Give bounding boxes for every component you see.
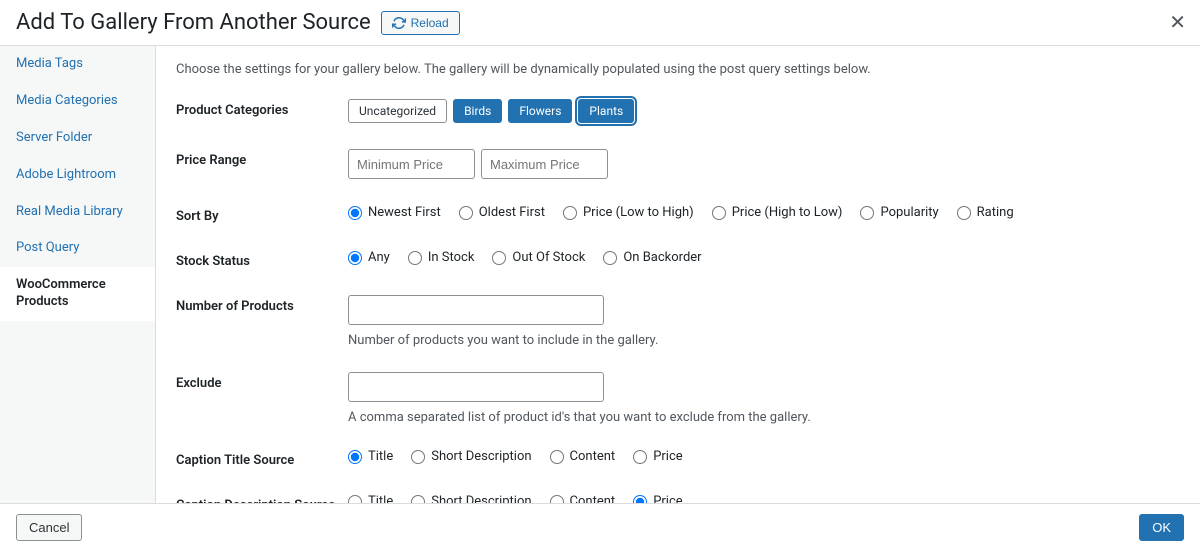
- radio-desc-price[interactable]: Price: [633, 494, 682, 503]
- help-exclude: A comma separated list of product id's t…: [348, 410, 1180, 425]
- label-stock-status: Stock Status: [176, 250, 348, 269]
- close-button[interactable]: ✕: [1169, 13, 1186, 33]
- radios-stock-status: Any In Stock Out Of Stock On Backorder: [348, 250, 1180, 265]
- ok-button[interactable]: OK: [1139, 514, 1184, 541]
- cancel-button[interactable]: Cancel: [16, 514, 82, 541]
- sidebar-item-adobe-lightroom[interactable]: Adobe Lightroom: [0, 157, 155, 194]
- modal-footer: Cancel OK: [0, 503, 1200, 551]
- sidebar-item-server-folder[interactable]: Server Folder: [0, 120, 155, 157]
- radio-in-stock[interactable]: In Stock: [408, 250, 475, 265]
- radio-on-backorder[interactable]: On Backorder: [603, 250, 701, 265]
- radio-title-short-description[interactable]: Short Description: [411, 449, 531, 464]
- field-number-of-products: Number of products you want to include i…: [348, 295, 1180, 348]
- sidebar: Media Tags Media Categories Server Folde…: [0, 46, 156, 503]
- content-panel: Choose the settings for your gallery bel…: [156, 46, 1200, 503]
- label-caption-title-source: Caption Title Source: [176, 449, 348, 468]
- help-number-of-products: Number of products you want to include i…: [348, 333, 1180, 348]
- sidebar-item-post-query[interactable]: Post Query: [0, 230, 155, 267]
- reload-button[interactable]: Reload: [381, 11, 460, 35]
- radio-any[interactable]: Any: [348, 250, 390, 265]
- intro-text: Choose the settings for your gallery bel…: [176, 62, 1180, 77]
- radio-desc-short-description[interactable]: Short Description: [411, 494, 531, 503]
- field-exclude: A comma separated list of product id's t…: [348, 372, 1180, 425]
- row-exclude: Exclude A comma separated list of produc…: [176, 372, 1180, 425]
- radio-price-high-low[interactable]: Price (High to Low): [712, 205, 843, 220]
- row-number-of-products: Number of Products Number of products yo…: [176, 295, 1180, 348]
- chips-product-categories: Uncategorized Birds Flowers Plants: [348, 99, 1180, 123]
- radio-price-low-high[interactable]: Price (Low to High): [563, 205, 694, 220]
- label-exclude: Exclude: [176, 372, 348, 391]
- sidebar-item-media-categories[interactable]: Media Categories: [0, 83, 155, 120]
- label-caption-description-source: Caption Description Source: [176, 494, 348, 503]
- radio-oldest-first[interactable]: Oldest First: [459, 205, 545, 220]
- reload-label: Reload: [411, 16, 449, 30]
- radio-title-content[interactable]: Content: [550, 449, 616, 464]
- modal-title: Add To Gallery From Another Source: [16, 10, 371, 35]
- radio-newest-first[interactable]: Newest First: [348, 205, 441, 220]
- modal-dialog: Add To Gallery From Another Source Reloa…: [0, 0, 1200, 551]
- reload-icon: [392, 16, 406, 30]
- row-caption-title-source: Caption Title Source Title Short Descrip…: [176, 449, 1180, 468]
- radio-title-title[interactable]: Title: [348, 449, 393, 464]
- sidebar-item-media-tags[interactable]: Media Tags: [0, 46, 155, 83]
- radio-rating[interactable]: Rating: [957, 205, 1014, 220]
- modal-header: Add To Gallery From Another Source Reloa…: [0, 0, 1200, 46]
- label-sort-by: Sort By: [176, 205, 348, 224]
- price-range-fields: [348, 149, 1180, 179]
- row-price-range: Price Range: [176, 149, 1180, 179]
- chip-birds[interactable]: Birds: [453, 99, 502, 123]
- row-caption-description-source: Caption Description Source Title Short D…: [176, 494, 1180, 503]
- chip-flowers[interactable]: Flowers: [508, 99, 572, 123]
- chip-uncategorized[interactable]: Uncategorized: [348, 99, 447, 123]
- sidebar-item-real-media-library[interactable]: Real Media Library: [0, 194, 155, 231]
- min-price-input[interactable]: [348, 149, 475, 179]
- number-of-products-input[interactable]: [348, 295, 604, 325]
- radio-title-price[interactable]: Price: [633, 449, 682, 464]
- radios-caption-title-source: Title Short Description Content Price: [348, 449, 1180, 464]
- max-price-input[interactable]: [481, 149, 608, 179]
- modal-body: Media Tags Media Categories Server Folde…: [0, 46, 1200, 503]
- label-price-range: Price Range: [176, 149, 348, 168]
- radios-caption-description-source: Title Short Description Content Price: [348, 494, 1180, 503]
- row-stock-status: Stock Status Any In Stock Out Of Stock O…: [176, 250, 1180, 269]
- row-sort-by: Sort By Newest First Oldest First Price …: [176, 205, 1180, 224]
- radios-sort-by: Newest First Oldest First Price (Low to …: [348, 205, 1180, 220]
- radio-desc-title[interactable]: Title: [348, 494, 393, 503]
- radio-out-of-stock[interactable]: Out Of Stock: [492, 250, 585, 265]
- chip-plants[interactable]: Plants: [578, 99, 634, 123]
- radio-popularity[interactable]: Popularity: [860, 205, 938, 220]
- radio-desc-content[interactable]: Content: [550, 494, 616, 503]
- exclude-input[interactable]: [348, 372, 604, 402]
- sidebar-item-woocommerce-products[interactable]: WooCommerce Products: [0, 267, 155, 321]
- close-icon: ✕: [1169, 12, 1186, 34]
- label-product-categories: Product Categories: [176, 99, 348, 118]
- label-number-of-products: Number of Products: [176, 295, 348, 314]
- row-product-categories: Product Categories Uncategorized Birds F…: [176, 99, 1180, 123]
